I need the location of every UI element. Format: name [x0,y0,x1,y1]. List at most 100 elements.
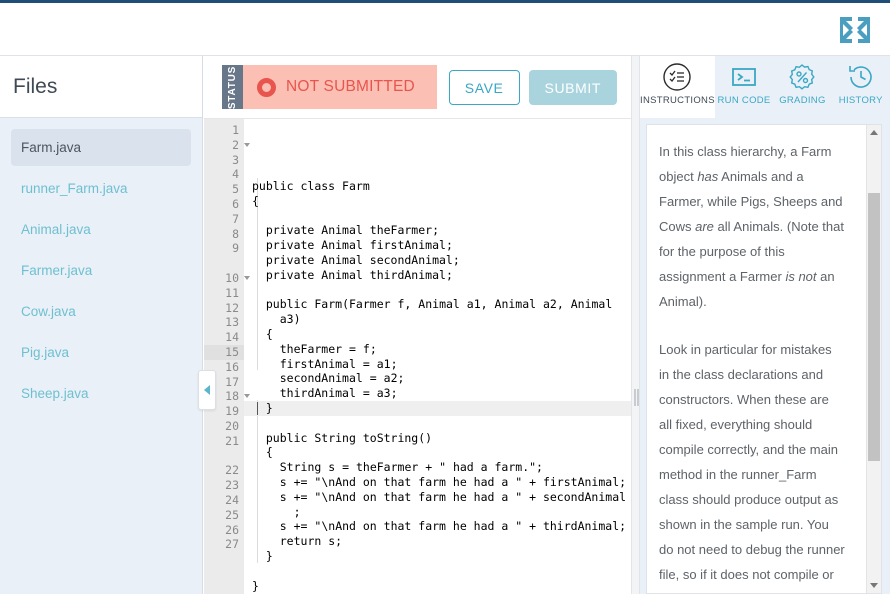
code-line[interactable]: theFarmer = f; [252,342,631,357]
instr-p1-em2: are [695,219,714,234]
checklist-circle-icon [662,62,692,92]
line-number: 12 [225,300,239,315]
code-line[interactable]: public String toString() [252,431,631,446]
line-number-wrap: . [204,256,244,271]
right-panel-tabs: INSTRUCTIONS RUN CODE GRADING HISTORY [640,56,890,118]
instructions-paragraph-2: Look in particular for mistakes in the c… [659,342,845,593]
splitter-grip [634,389,639,406]
save-button[interactable]: SAVE [448,70,520,105]
tab-grading[interactable]: GRADING [773,56,832,118]
instructions-box: In this class hierarchy, a Farm object h… [646,124,882,594]
line-number: 11 [225,285,239,300]
instructions-content: In this class hierarchy, a Farm object h… [647,125,861,593]
line-number: 24 [225,492,239,507]
line-number: 23 [225,478,239,493]
scroll-up-arrow-icon[interactable] [870,130,878,135]
instr-p1-em3: is not [785,269,817,284]
line-number: 27 [225,537,239,552]
editor-toolbar: STATUS NOT SUBMITTED SAVE SUBMIT [204,56,631,118]
code-line[interactable]: private Animal secondAnimal; [252,253,631,268]
tab-instructions[interactable]: INSTRUCTIONS [640,56,715,118]
line-number: 2 [204,138,250,153]
code-line[interactable]: private Animal theFarmer; [252,223,631,238]
line-number: 15 [204,344,244,360]
line-number: 9 [232,241,239,256]
panel-splitter[interactable] [631,56,640,594]
code-editor[interactable]: 123456789.101112131415161718192021.22232… [204,118,631,594]
code-line[interactable]: s += "\nAnd on that farm he had a " + th… [252,519,631,534]
line-number: 25 [225,507,239,522]
code-line[interactable]: thirdAnimal = a3; [252,386,631,401]
scroll-down-arrow-icon[interactable] [870,583,878,588]
code-content[interactable]: public class Farm{ private Animal theFar… [244,119,631,594]
top-bar [0,3,890,56]
code-line[interactable]: secondAnimal = a2; [252,371,631,386]
code-line[interactable]: public class Farm [252,179,631,194]
circle-outline-icon [257,77,276,97]
line-number: 26 [225,522,239,537]
code-line[interactable] [252,564,631,579]
code-line[interactable]: s += "\nAnd on that farm he had a " + se… [252,490,631,505]
code-line[interactable]: } [244,400,631,416]
scrollbar-thumb[interactable] [868,193,880,461]
line-number-gutter: 123456789.101112131415161718192021.22232… [204,119,250,594]
code-line[interactable]: ; [252,505,631,520]
tab-label: RUN CODE [717,95,771,106]
file-item-pig-java[interactable]: Pig.java [11,334,191,371]
file-item-runner-farm-java[interactable]: runner_Farm.java [11,170,191,207]
code-line[interactable]: String s = theFarmer + " had a farm."; [252,460,631,475]
tab-label: INSTRUCTIONS [640,95,715,106]
percent-badge-icon [787,62,817,92]
code-line[interactable]: } [252,549,631,564]
text-caret [257,401,258,415]
file-item-cow-java[interactable]: Cow.java [11,293,191,330]
code-line[interactable]: { [252,445,631,460]
instructions-scrollbar[interactable] [866,125,881,593]
file-item-farmer-java[interactable]: Farmer.java [11,252,191,289]
file-item-farm-java[interactable]: Farm.java [11,129,191,166]
tab-run-code[interactable]: RUN CODE [714,56,774,118]
line-number: 20 [225,418,239,433]
file-item-sheep-java[interactable]: Sheep.java [11,375,191,412]
file-item-animal-java[interactable]: Animal.java [11,211,191,248]
editor-column: STATUS NOT SUBMITTED SAVE SUBMIT 12 34567… [204,56,631,594]
tab-history[interactable]: HISTORY [831,56,890,118]
collapse-files-panel-button[interactable] [198,370,216,410]
files-header: Files [0,56,202,118]
line-number: 8 [232,226,239,241]
line-number: 6 [232,196,239,211]
terminal-icon [729,62,759,92]
code-line[interactable]: private Animal thirdAnimal; [252,268,631,283]
code-line[interactable]: { [252,327,631,342]
code-line[interactable]: return s; [252,534,631,549]
line-number: 22 [225,463,239,478]
tab-label: HISTORY [838,95,883,106]
code-line[interactable]: a3) [252,312,631,327]
status-badge-value-text: NOT SUBMITTED [286,78,415,95]
files-list: Farm.java runner_Farm.java Animal.java Farm… [0,118,202,412]
status-badge-value: NOT SUBMITTED [243,65,437,109]
fullscreen-expand-icon[interactable] [838,15,872,45]
line-number: 5 [232,182,239,197]
code-line[interactable] [252,283,631,298]
line-number: 14 [225,330,239,345]
submit-button[interactable]: SUBMIT [528,70,617,105]
files-panel: Files Farm.java runner_Farm.java Animal.ja… [0,56,203,594]
code-line[interactable]: s += "\nAnd on that farm he had a " + fi… [252,475,631,490]
line-number: 13 [225,315,239,330]
code-grader-app: Files Farm.java runner_Farm.java Animal.ja… [0,0,890,594]
line-number: 7 [232,211,239,226]
code-line[interactable]: { [252,194,631,209]
line-number: 3 [232,152,239,167]
code-line[interactable] [252,209,631,224]
code-line[interactable]: firstAnimal = a1; [252,357,631,372]
code-line[interactable]: private Animal firstAnimal; [252,238,631,253]
code-line[interactable]: } [252,579,631,594]
chevron-left-icon [204,385,210,395]
code-line[interactable]: public Farm(Farmer f, Animal a1, Animal … [252,297,631,312]
line-number: 4 [232,167,239,182]
files-title: Files [13,74,58,98]
status-badge-label-text: STATUS [227,65,239,109]
instr-p1-em1: has [697,169,719,184]
code-line[interactable] [252,416,631,431]
